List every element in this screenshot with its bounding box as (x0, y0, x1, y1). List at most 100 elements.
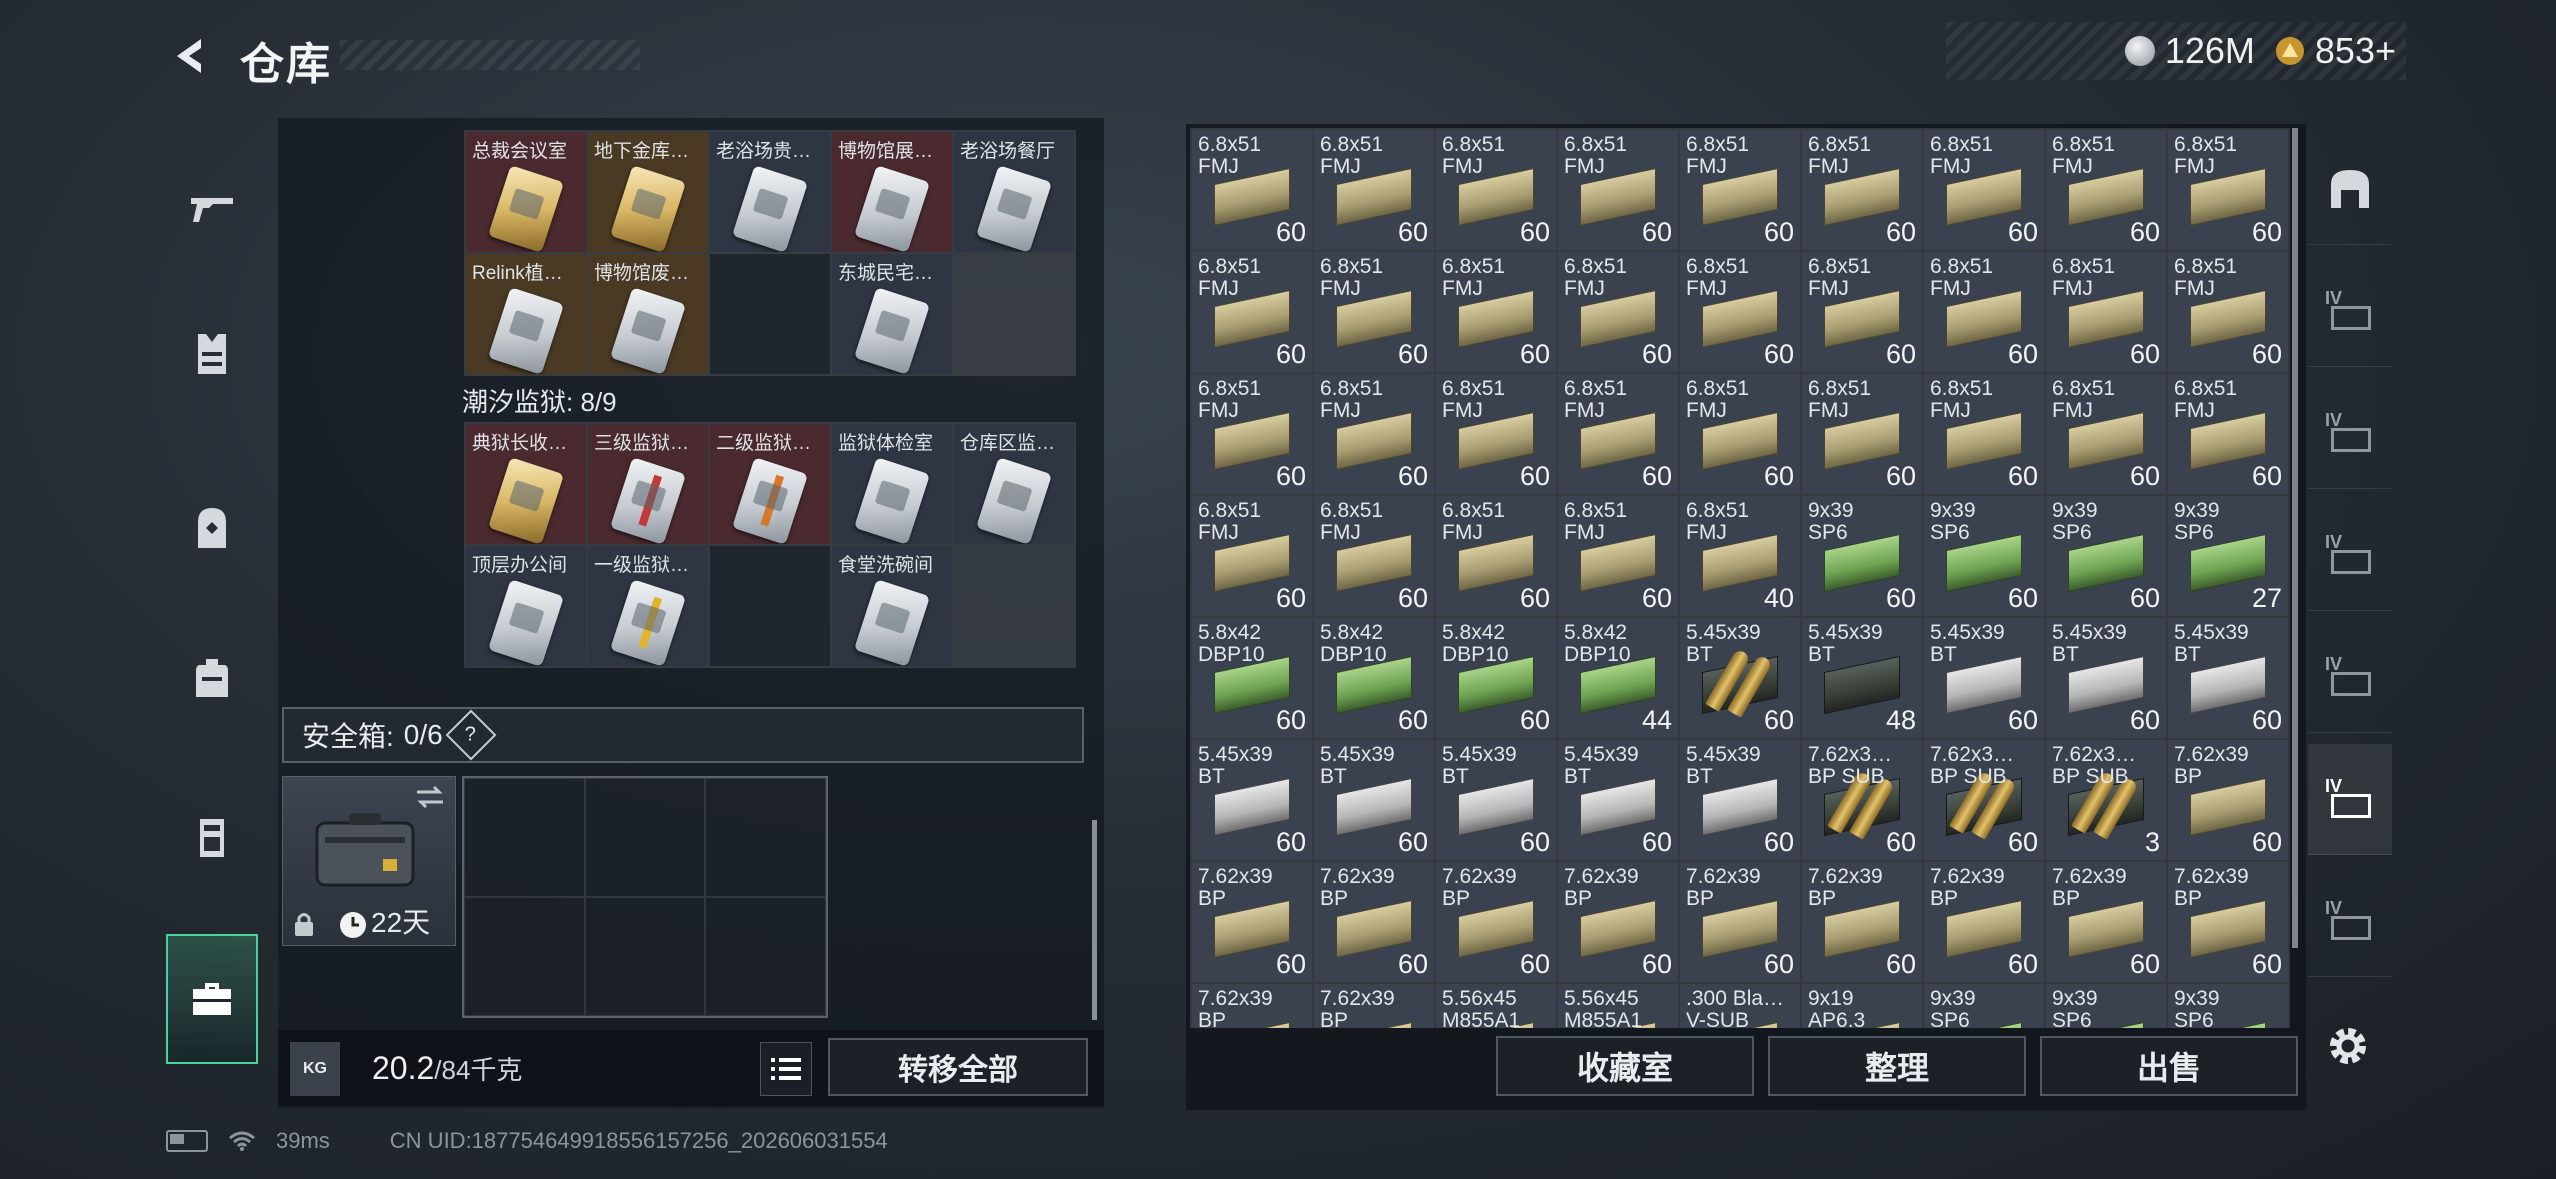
ammo-item[interactable]: 5.45x39 BT 60 (2046, 618, 2166, 738)
ammo-item[interactable]: 6.8x51 FMJ 60 (1558, 374, 1678, 494)
ammo-item[interactable]: 6.8x51 FMJ 60 (1192, 130, 1312, 250)
ammo-item[interactable]: 7.62x39 BP (1192, 984, 1312, 1028)
keycard-slot[interactable]: 三级监狱… (588, 424, 708, 544)
keycard-slot[interactable]: 总裁会议室 (466, 132, 586, 252)
ammo-item[interactable]: 5.45x39 BT 60 (1558, 740, 1678, 860)
sell-button[interactable]: 出售 (2040, 1036, 2298, 1096)
keycard-slot[interactable]: 二级监狱… (710, 424, 830, 544)
ammo-item[interactable]: 7.62x39 BP 60 (1314, 862, 1434, 982)
safebox-slot[interactable] (464, 778, 585, 897)
ammo-item[interactable]: 6.8x51 FMJ 60 (1436, 252, 1556, 372)
filter-tier-iv[interactable]: IV (2308, 744, 2392, 855)
ammo-item[interactable]: 6.8x51 FMJ 60 (1558, 130, 1678, 250)
ammo-item[interactable]: 6.8x51 FMJ 60 (1924, 252, 2044, 372)
ammo-item[interactable]: 5.45x39 BT 60 (1314, 740, 1434, 860)
safebox-slot[interactable] (705, 897, 826, 1016)
ammo-item[interactable]: 6.8x51 FMJ 60 (1192, 496, 1312, 616)
ammo-item[interactable]: 5.45x39 BT 60 (1680, 740, 1800, 860)
safebox-slot[interactable] (705, 778, 826, 897)
safebox-slot[interactable] (584, 897, 706, 1016)
ammo-item[interactable]: 6.8x51 FMJ 60 (1436, 496, 1556, 616)
keycard-slot[interactable] (710, 546, 830, 666)
ammo-item[interactable]: 6.8x51 FMJ 60 (1802, 252, 1922, 372)
transfer-all-button[interactable]: 转移全部 (828, 1038, 1088, 1096)
ammo-item[interactable]: 5.8x42 DBP10 60 (1436, 618, 1556, 738)
ammo-item[interactable]: 6.8x51 FMJ 60 (2168, 252, 2288, 372)
keycard-slot[interactable]: 地下金库… (588, 132, 708, 252)
ammo-item[interactable]: 9x39 SP6 (2046, 984, 2166, 1028)
ammo-item[interactable]: 5.45x39 BT 60 (1680, 618, 1800, 738)
ammo-item[interactable]: 9x39 SP6 (2168, 984, 2288, 1028)
keycard-slot[interactable]: 老浴场贵… (710, 132, 830, 252)
nav-rig[interactable] (166, 788, 258, 888)
ammo-item[interactable]: 7.62x3… BP SUB 60 (1924, 740, 2044, 860)
ammo-item[interactable]: 6.8x51 FMJ 60 (1924, 130, 2044, 250)
ammo-item[interactable]: 7.62x3… BP SUB 60 (1802, 740, 1922, 860)
sort-button[interactable]: 整理 (1768, 1036, 2026, 1096)
ammo-item[interactable]: .300 Bla… V-SUB (1680, 984, 1800, 1028)
ammo-item[interactable]: 7.62x39 BP 60 (1558, 862, 1678, 982)
ammo-item[interactable]: 5.45x39 BT 60 (1436, 740, 1556, 860)
ammo-item[interactable]: 7.62x39 BP 60 (2168, 740, 2288, 860)
settings-button[interactable] (2318, 1016, 2378, 1076)
left-scrollbar[interactable] (1092, 820, 1097, 1020)
ammo-item[interactable]: 5.45x39 BT 60 (2168, 618, 2288, 738)
nav-armor[interactable] (166, 304, 258, 404)
ammo-item[interactable]: 6.8x51 FMJ 60 (2168, 130, 2288, 250)
ammo-item[interactable]: 7.62x39 BP 60 (1924, 862, 2044, 982)
ammo-item[interactable]: 7.62x39 BP 60 (2168, 862, 2288, 982)
ammo-item[interactable]: 6.8x51 FMJ 60 (1924, 374, 2044, 494)
ammo-item[interactable]: 5.8x42 DBP10 60 (1192, 618, 1312, 738)
ammo-item[interactable]: 6.8x51 FMJ 60 (1802, 374, 1922, 494)
collection-room-button[interactable]: 收藏室 (1496, 1036, 1754, 1096)
nav-backpack[interactable] (166, 628, 258, 728)
filter-all[interactable] (2308, 134, 2392, 245)
keycard-slot[interactable]: 一级监狱… (588, 546, 708, 666)
ammo-item[interactable]: 7.62x39 BP 60 (1802, 862, 1922, 982)
ammo-item[interactable]: 6.8x51 FMJ 60 (1436, 130, 1556, 250)
back-button[interactable] (160, 28, 220, 84)
swap-icon[interactable] (415, 785, 445, 809)
ammo-item[interactable]: 9x39 SP6 60 (1924, 496, 2044, 616)
nav-helmet[interactable] (166, 478, 258, 578)
ammo-item[interactable]: 9x39 SP6 60 (1802, 496, 1922, 616)
keycard-slot[interactable]: 监狱体检室 (832, 424, 952, 544)
ammo-item[interactable]: 5.45x39 BT 48 (1802, 618, 1922, 738)
ammo-item[interactable]: 7.62x39 BP 60 (2046, 862, 2166, 982)
ammo-item[interactable]: 6.8x51 FMJ 60 (1680, 374, 1800, 494)
keycard-slot[interactable]: 博物馆展… (832, 132, 952, 252)
ammo-item[interactable]: 6.8x51 FMJ 60 (1192, 252, 1312, 372)
ammo-item[interactable]: 6.8x51 FMJ 60 (1192, 374, 1312, 494)
currency-silver[interactable]: 126M (2124, 30, 2255, 72)
ammo-item[interactable]: 6.8x51 FMJ 60 (1680, 252, 1800, 372)
list-view-button[interactable] (760, 1042, 812, 1096)
ammo-item[interactable]: 5.56x45 M855A1 (1436, 984, 1556, 1028)
ammo-item[interactable]: 5.45x39 BT 60 (1924, 618, 2044, 738)
ammo-item[interactable]: 6.8x51 FMJ 60 (1436, 374, 1556, 494)
help-icon[interactable]: ? (445, 709, 497, 761)
ammo-item[interactable]: 6.8x51 FMJ 60 (2046, 130, 2166, 250)
keycard-slot[interactable]: 东城民宅… (832, 254, 952, 374)
keycard-slot[interactable]: 顶层办公间 (466, 546, 586, 666)
ammo-item[interactable]: 5.8x42 DBP10 60 (1314, 618, 1434, 738)
keycard-slot[interactable]: 博物馆废… (588, 254, 708, 374)
ammo-item[interactable]: 6.8x51 FMJ 60 (1680, 130, 1800, 250)
ammo-item[interactable]: 9x39 SP6 60 (2046, 496, 2166, 616)
ammo-item[interactable]: 9x39 SP6 (1924, 984, 2044, 1028)
ammo-item[interactable]: 5.56x45 M855A1 (1558, 984, 1678, 1028)
ammo-item[interactable]: 7.62x39 BP (1314, 984, 1434, 1028)
ammo-item[interactable]: 6.8x51 FMJ 60 (1558, 252, 1678, 372)
filter-tier-iv[interactable]: IV (2308, 500, 2392, 611)
ammo-item[interactable]: 6.8x51 FMJ 40 (1680, 496, 1800, 616)
nav-weapon[interactable] (166, 158, 258, 258)
ammo-item[interactable]: 7.62x39 BP 60 (1192, 862, 1312, 982)
filter-tier-iv[interactable]: IV (2308, 622, 2392, 733)
ammo-item[interactable]: 6.8x51 FMJ 60 (1802, 130, 1922, 250)
ammo-item[interactable]: 9x39 SP6 27 (2168, 496, 2288, 616)
keycard-slot[interactable]: 食堂洗碗间 (832, 546, 952, 666)
safebox-item[interactable]: 22天 (282, 776, 456, 946)
ammo-item[interactable]: 6.8x51 FMJ 60 (2046, 374, 2166, 494)
ammo-item[interactable]: 6.8x51 FMJ 60 (1314, 374, 1434, 494)
ammo-item[interactable]: 7.62x39 BP 60 (1680, 862, 1800, 982)
keycard-slot[interactable]: 老浴场餐厅 (954, 132, 1074, 252)
